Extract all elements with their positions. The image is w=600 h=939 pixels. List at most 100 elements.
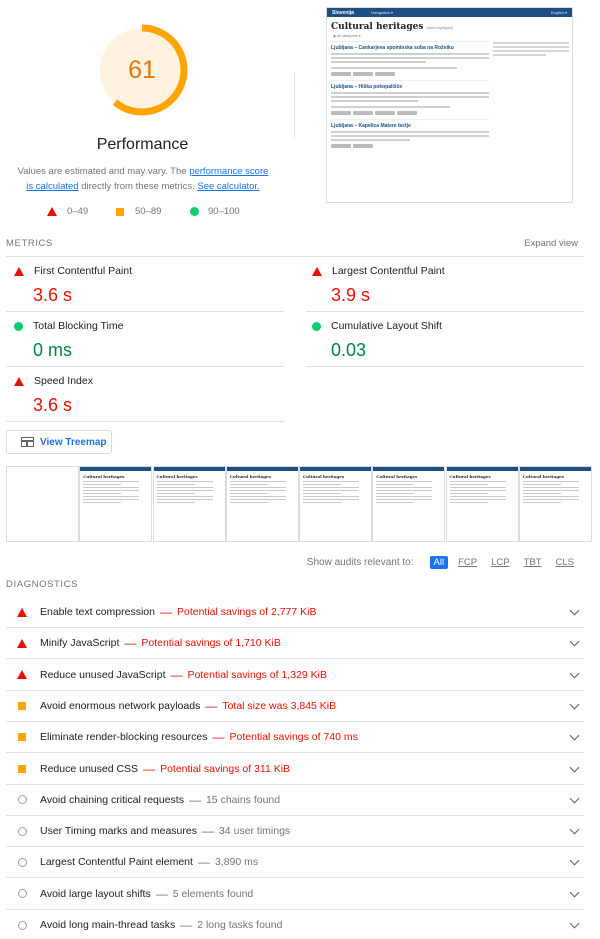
metric-cls: Cumulative Layout Shift 0.03 (312, 320, 582, 361)
audit-detail: Potential savings of 1,329 KiB (187, 668, 328, 681)
audit-detail: Potential savings of 1,710 KiB (141, 637, 281, 650)
audit-separator: — (159, 605, 172, 619)
chevron-down-icon[interactable] (569, 699, 580, 710)
divider (294, 72, 295, 138)
metric-name: Total Blocking Time (33, 320, 124, 332)
audit-title: Minify JavaScript (40, 637, 120, 650)
average-square-icon (16, 733, 28, 742)
audit-row[interactable]: Avoid large layout shifts — 5 elements fou… (6, 879, 584, 910)
screenshot-card: Ljubljana – Hiška pokopališče (331, 80, 489, 119)
audit-separator: — (170, 667, 183, 682)
metric-name: Largest Contentful Paint (332, 265, 445, 277)
info-circle-icon (16, 826, 28, 836)
audit-separator: — (180, 918, 193, 932)
audit-detail: 5 elements found (172, 887, 254, 900)
screenshot-title: Cultural heritages (some highlights) (331, 22, 454, 32)
audit-separator: — (188, 792, 201, 807)
chevron-down-icon[interactable] (569, 668, 580, 679)
audit-row[interactable]: Enable text compression — Potential saving… (6, 597, 584, 628)
screenshot-card: Ljubljana – Cankarjeva spominska soba na… (331, 41, 489, 80)
audit-row[interactable]: Reduce unused JavaScript — Potential savin… (6, 660, 584, 691)
screenshot-sidebar (493, 42, 569, 58)
audit-separator: — (143, 761, 156, 776)
audit-title: User Timing marks and measures (40, 825, 197, 838)
expand-view-toggle[interactable]: Expand view (524, 238, 578, 249)
chevron-down-icon[interactable] (569, 824, 580, 835)
audit-detail: Potential savings of 2,777 KiB (176, 606, 317, 618)
score-note: Values are estimated and may vary. The p… (14, 164, 272, 194)
audit-separator: — (124, 636, 137, 651)
fail-triangle-icon (312, 266, 322, 276)
info-circle-icon (16, 857, 28, 867)
legend-item-fail: 0–49 (47, 206, 88, 217)
divider (6, 256, 584, 257)
filter-chip-all[interactable]: All (429, 556, 449, 569)
audit-row[interactable]: Avoid chaining critical requests — 15 chai… (6, 785, 584, 816)
treemap-icon (21, 437, 34, 447)
filter-chip-cls[interactable]: CLS (552, 556, 578, 569)
chevron-down-icon[interactable] (569, 605, 580, 616)
filmstrip-frame: Cultural heritages (79, 466, 153, 542)
filter-chip-fcp[interactable]: FCP (454, 556, 481, 569)
filmstrip-frame: Cultural heritages (299, 466, 372, 542)
triangle-icon (47, 207, 57, 216)
fail-triangle-icon (14, 266, 24, 276)
chevron-down-icon[interactable] (569, 762, 580, 772)
filmstrip-frame: Cultural heritages (372, 466, 446, 542)
pass-circle-icon (14, 321, 23, 331)
card-title: Ljubljana – Cankarjeva spominska soba na… (331, 45, 454, 51)
see-calculator-link[interactable]: See calculator. (197, 181, 259, 192)
divider (6, 421, 284, 422)
audit-row[interactable]: Avoid enormous network payloads — Total si… (6, 691, 584, 722)
fail-triangle-icon (16, 638, 28, 648)
divider (306, 311, 584, 312)
chevron-down-icon[interactable] (569, 855, 580, 866)
chevron-down-icon[interactable] (569, 793, 580, 804)
site-logo: Slovenija (332, 10, 354, 16)
audit-separator: — (201, 824, 214, 839)
metric-tbt: Total Blocking Time 0 ms (14, 320, 284, 361)
audit-row[interactable]: Avoid long main-thread tasks — 2 long task… (6, 910, 584, 939)
audit-separator: — (197, 855, 210, 870)
divider (306, 366, 584, 367)
audit-row[interactable]: Reduce unused CSS — Potential savings of 3… (6, 754, 584, 785)
view-treemap-button[interactable]: View Treemap (6, 430, 112, 454)
metric-speed-index: Speed Index 3.6 s (14, 375, 284, 416)
chevron-down-icon[interactable] (569, 918, 580, 929)
chevron-down-icon[interactable] (569, 887, 580, 898)
audit-separator: — (212, 730, 225, 745)
filmstrip-frame (6, 466, 79, 542)
audit-title: Reduce unused CSS (40, 762, 139, 775)
metrics-label: METRICS (6, 238, 53, 249)
audit-separator: — (205, 698, 218, 713)
card-title: Ljubljana – Kapelica Matere božje (331, 123, 411, 129)
metric-name: Cumulative Layout Shift (331, 320, 442, 332)
metric-value: 0 ms (33, 340, 73, 360)
screenshot-subtitle: ◉ All categories ▾ (333, 34, 361, 38)
audit-title: Avoid chaining critical requests (40, 793, 184, 806)
info-circle-icon (16, 889, 28, 899)
square-icon (116, 207, 124, 216)
final-screenshot[interactable]: Slovenija Navigation ▾ English ▾ Cultura… (326, 7, 573, 203)
audit-row[interactable]: Minify JavaScript — Potential savings of 1… (6, 628, 584, 660)
chevron-down-icon[interactable] (569, 636, 580, 647)
chevron-down-icon[interactable] (569, 730, 580, 741)
audit-row[interactable]: User Timing marks and measures — 34 user t… (6, 816, 584, 848)
average-square-icon (16, 701, 28, 710)
filmstrip: Cultural heritages Cultural heritages Cu… (6, 466, 600, 542)
metric-value: 3.6 s (33, 285, 73, 305)
audit-row[interactable]: Largest Contentful Paint element — 3,890 m… (6, 847, 584, 879)
legend-range: 50–89 (135, 206, 162, 217)
card-title: Ljubljana – Hiška pokopališče (331, 84, 403, 90)
category-title: Performance (96, 136, 189, 153)
nav-text: Navigation ▾ (371, 10, 394, 15)
pass-circle-icon (312, 321, 321, 331)
performance-score: 61 (128, 56, 156, 84)
note-middle: directly from these metrics. (78, 181, 198, 192)
legend-range: 0–49 (67, 206, 89, 217)
filter-chip-lcp[interactable]: LCP (487, 556, 513, 569)
audit-detail: Potential savings of 740 ms (229, 731, 358, 744)
audit-detail: 2 long tasks found (197, 919, 283, 931)
filter-chip-tbt[interactable]: TBT (520, 556, 546, 569)
audit-row[interactable]: Eliminate render-blocking resources — Pote… (6, 722, 584, 754)
